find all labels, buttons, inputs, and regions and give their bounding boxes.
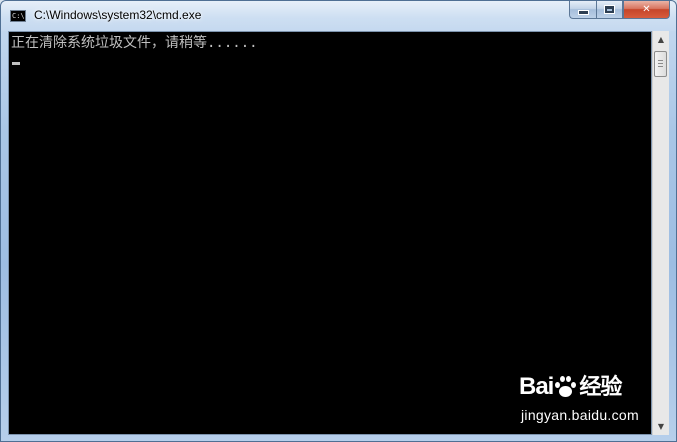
watermark-brand: Bai 经验: [519, 369, 622, 401]
maximize-icon: [604, 5, 615, 14]
scroll-down-button[interactable]: ▼: [653, 418, 669, 435]
grip-line: [658, 66, 663, 67]
minimize-icon: [577, 10, 589, 15]
grip-line: [658, 60, 663, 61]
scroll-up-button[interactable]: ▲: [653, 31, 669, 48]
console-line: 正在清除系统垃圾文件，请稍等......: [11, 35, 258, 51]
arrow-up-icon: ▲: [657, 35, 665, 44]
watermark-brand-prefix: Bai: [519, 373, 554, 400]
paw-icon: [554, 375, 577, 397]
watermark-brand-suffix: 经验: [579, 374, 622, 399]
close-icon: ✕: [642, 4, 651, 15]
text-cursor: [12, 62, 20, 65]
cmd-window: C:\ C:\Windows\system32\cmd.exe ✕ 正在清除系统…: [0, 0, 677, 442]
vertical-scrollbar[interactable]: ▲ ▼: [652, 31, 669, 435]
scroll-thumb[interactable]: [654, 51, 667, 77]
title-bar[interactable]: C:\ C:\Windows\system32\cmd.exe ✕: [1, 1, 676, 31]
close-button[interactable]: ✕: [623, 1, 670, 19]
grip-line: [658, 63, 663, 64]
caption-buttons: ✕: [569, 1, 670, 20]
baidu-jingyan-watermark: Bai 经验 jingyan.baidu.com: [519, 369, 647, 429]
cmd-app-icon[interactable]: C:\: [10, 10, 26, 22]
window-title: C:\Windows\system32\cmd.exe: [34, 8, 202, 22]
maximize-button[interactable]: [596, 1, 623, 19]
arrow-down-icon: ▼: [657, 422, 665, 431]
minimize-button[interactable]: [569, 1, 596, 19]
watermark-url: jingyan.baidu.com: [521, 407, 639, 423]
